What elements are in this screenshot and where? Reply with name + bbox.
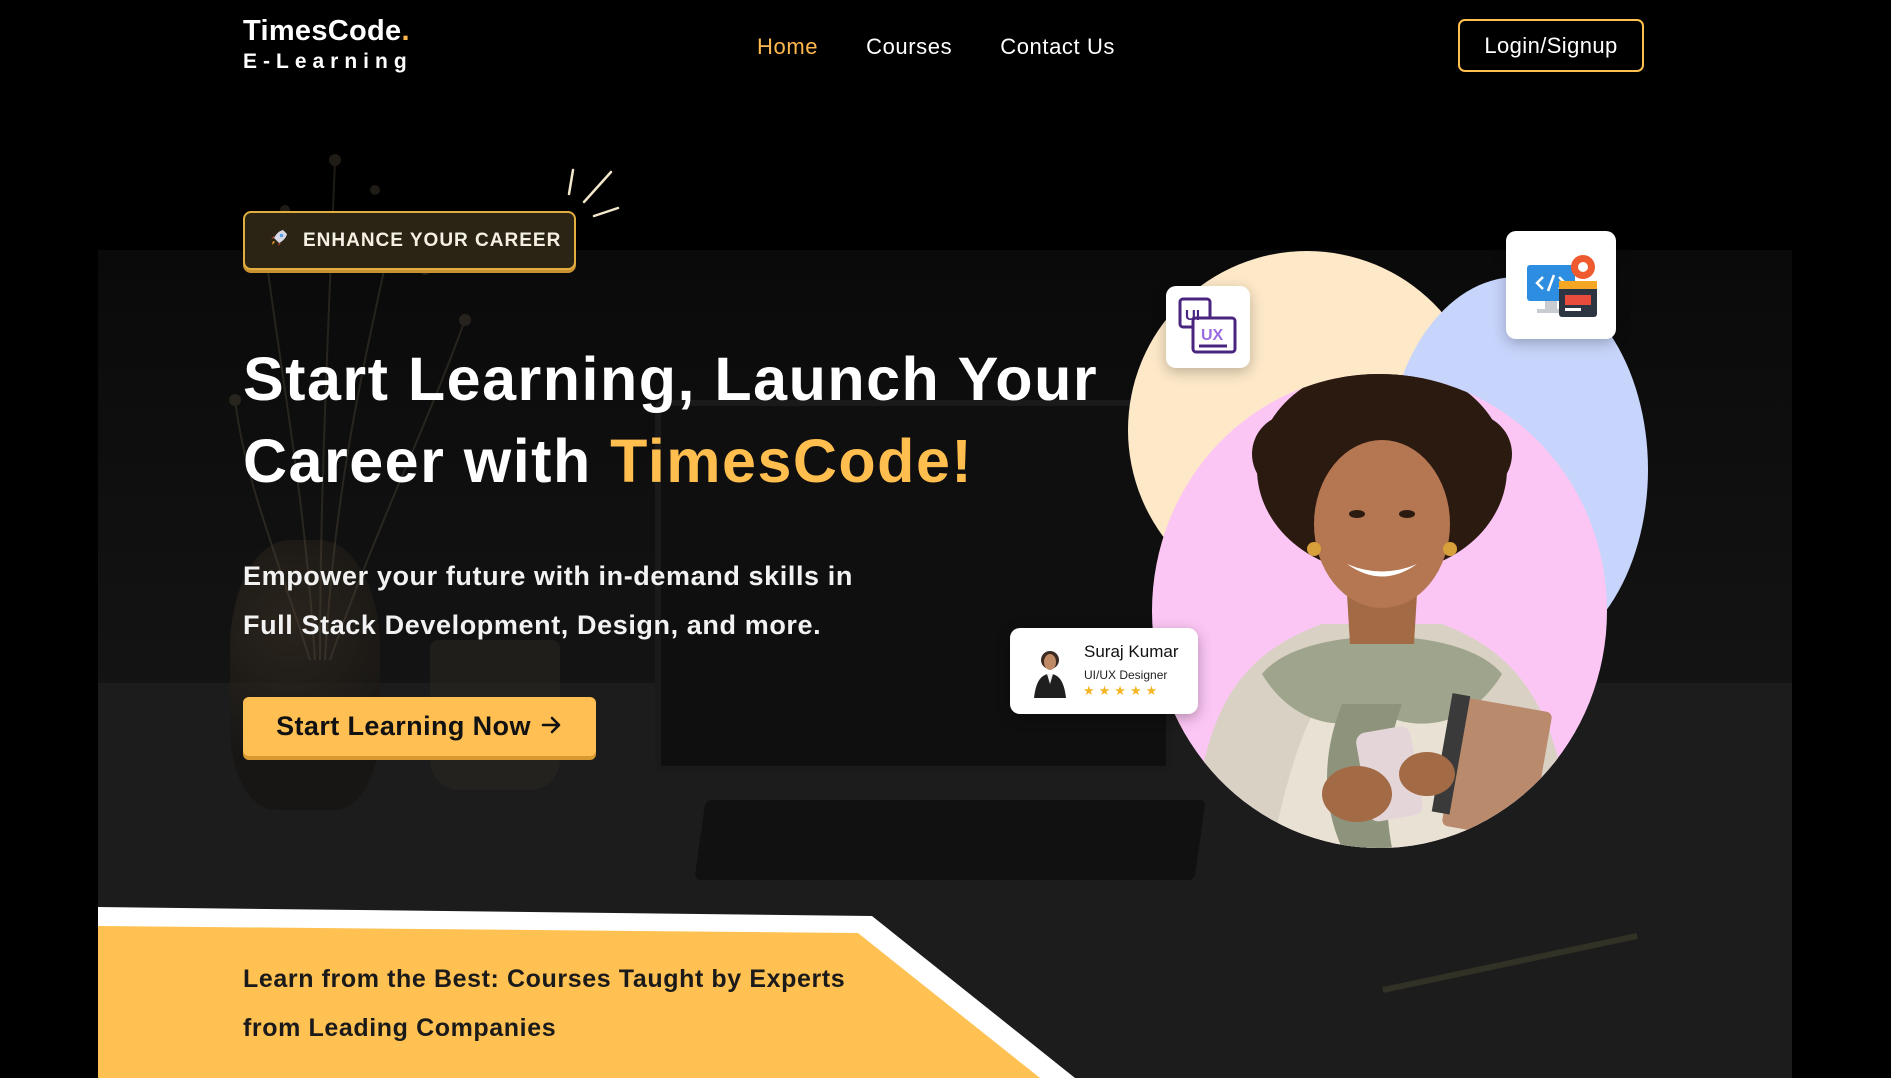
badge-text: ENHANCE YOUR CAREER bbox=[303, 229, 562, 251]
student-photo bbox=[1192, 374, 1572, 848]
enhance-career-badge: ENHANCE YOUR CAREER bbox=[243, 211, 576, 270]
hero-title-line1: Start Learning, Launch Your bbox=[243, 345, 1099, 413]
web-development-icon-card bbox=[1506, 231, 1616, 339]
hero-description: Empower your future with in-demand skill… bbox=[243, 552, 963, 650]
svg-text:UX: UX bbox=[1201, 327, 1224, 344]
svg-text:UI: UI bbox=[1185, 307, 1200, 324]
uiux-icon: UI UX bbox=[1178, 297, 1237, 354]
uiux-icon-card: UI UX bbox=[1166, 286, 1250, 368]
hero-desc-line2: Full Stack Development, Design, and more… bbox=[243, 610, 822, 640]
rocket-icon bbox=[269, 228, 289, 253]
star-rating: ★★★★★ bbox=[1083, 683, 1162, 698]
login-signup-button[interactable]: Login/Signup bbox=[1458, 19, 1644, 72]
avatar bbox=[1034, 651, 1066, 698]
arrow-right-icon bbox=[541, 711, 563, 742]
sparkle-lines-icon bbox=[567, 168, 620, 218]
logo[interactable]: TimesCode. E-Learning bbox=[243, 15, 413, 74]
reviewer-role: UI/UX Designer bbox=[1084, 668, 1168, 682]
nav-home[interactable]: Home bbox=[757, 34, 818, 60]
web-development-icon bbox=[1527, 255, 1597, 317]
nav-courses[interactable]: Courses bbox=[866, 34, 952, 60]
logo-title: TimesCode. bbox=[243, 15, 410, 47]
main-nav: Home Courses Contact Us bbox=[757, 34, 1115, 60]
hero-title-line2: Career with bbox=[243, 427, 611, 495]
logo-subtitle: E-Learning bbox=[243, 50, 413, 73]
banner-text: Learn from the Best: Courses Taught by E… bbox=[243, 955, 943, 1053]
cta-label: Start Learning Now bbox=[276, 711, 531, 741]
hero-title: Start Learning, Launch Your Career with … bbox=[243, 338, 1143, 502]
banner-line2: from Leading Companies bbox=[243, 1014, 557, 1042]
hero-person-circle bbox=[1152, 374, 1607, 848]
start-learning-button[interactable]: Start Learning Now bbox=[243, 697, 596, 756]
banner-line1: Learn from the Best: Courses Taught by E… bbox=[243, 965, 846, 993]
hero-desc-line1: Empower your future with in-demand skill… bbox=[243, 561, 853, 591]
nav-contact-us[interactable]: Contact Us bbox=[1000, 34, 1115, 60]
reviewer-name: Suraj Kumar bbox=[1084, 642, 1179, 661]
background-keyboard bbox=[694, 800, 1206, 880]
hero-title-accent: TimesCode! bbox=[610, 427, 974, 495]
review-card: Suraj Kumar UI/UX Designer ★★★★★ bbox=[1010, 628, 1198, 714]
